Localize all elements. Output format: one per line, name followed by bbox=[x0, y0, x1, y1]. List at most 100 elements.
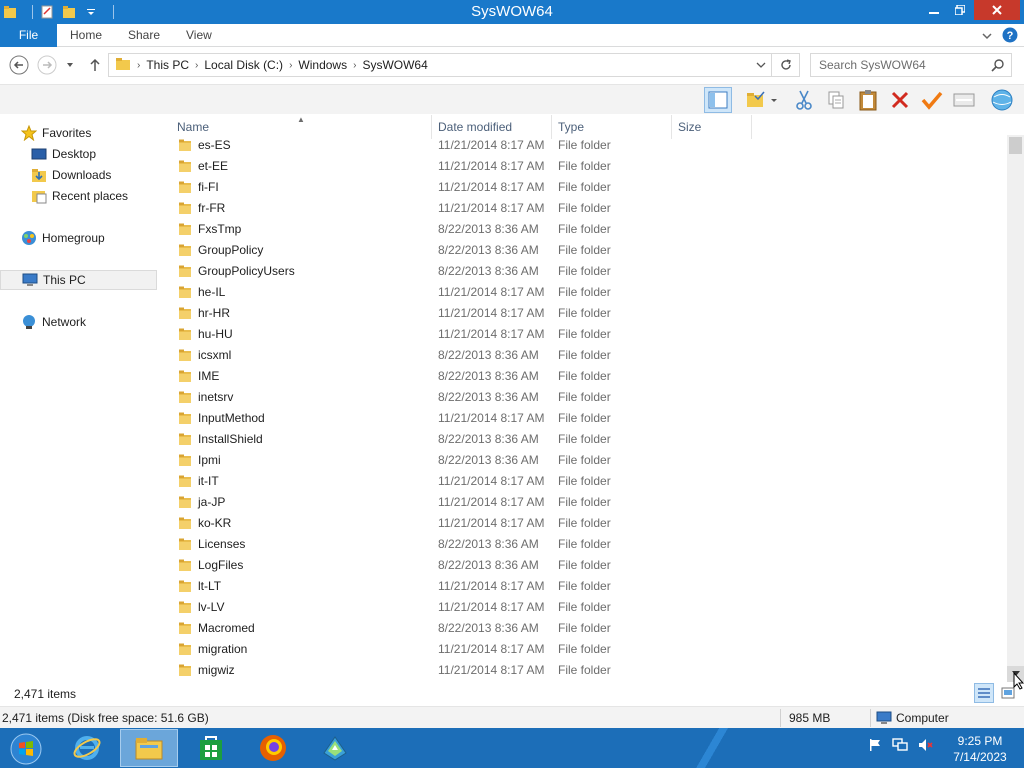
scrollbar-thumb[interactable] bbox=[1009, 137, 1022, 154]
table-row[interactable]: ja-JP 11/21/2014 8:17 AM File folder bbox=[160, 492, 1006, 513]
help-icon[interactable]: ? bbox=[1002, 27, 1018, 46]
copy-icon bbox=[828, 91, 844, 109]
cut-button[interactable] bbox=[790, 87, 818, 113]
table-row[interactable]: InputMethod 11/21/2014 8:17 AM File folder bbox=[160, 408, 1006, 429]
action-center-flag-icon[interactable] bbox=[868, 738, 882, 755]
network-globe-button[interactable] bbox=[988, 87, 1016, 113]
taskbar-firefox[interactable] bbox=[244, 729, 302, 767]
file-date-modified: 11/21/2014 8:17 AM bbox=[438, 600, 545, 614]
recent-locations-button[interactable] bbox=[62, 54, 78, 76]
table-row[interactable]: lv-LV 11/21/2014 8:17 AM File folder bbox=[160, 597, 1006, 618]
refresh-button[interactable] bbox=[771, 54, 799, 76]
taskbar-file-explorer[interactable] bbox=[120, 729, 178, 767]
minimize-button[interactable] bbox=[921, 0, 947, 20]
file-type: File folder bbox=[558, 516, 611, 530]
start-button[interactable] bbox=[6, 732, 46, 766]
back-button[interactable] bbox=[8, 54, 30, 76]
table-row[interactable]: ko-KR 11/21/2014 8:17 AM File folder bbox=[160, 513, 1006, 534]
mouse-cursor-icon bbox=[1013, 671, 1024, 693]
breadcrumb-separator[interactable]: › bbox=[351, 60, 358, 71]
nav-favorites[interactable]: Favorites bbox=[0, 123, 160, 143]
taskbar-internet-explorer[interactable] bbox=[58, 729, 116, 767]
table-row[interactable]: LogFiles 8/22/2013 8:36 AM File folder bbox=[160, 555, 1006, 576]
up-button[interactable] bbox=[84, 54, 106, 76]
table-row[interactable]: GroupPolicyUsers 8/22/2013 8:36 AM File fo… bbox=[160, 261, 1006, 282]
tab-file[interactable]: File bbox=[0, 24, 57, 47]
file-type: File folder bbox=[558, 642, 611, 656]
breadcrumb-separator[interactable]: › bbox=[135, 60, 142, 71]
table-row[interactable]: migration 11/21/2014 8:17 AM File folder bbox=[160, 639, 1006, 660]
breadcrumb-syswow64[interactable]: SysWOW64 bbox=[358, 58, 431, 72]
move-to-button[interactable] bbox=[742, 87, 782, 113]
nav-recent-places[interactable]: Recent places bbox=[0, 186, 160, 206]
table-row[interactable]: et-EE 11/21/2014 8:17 AM File folder bbox=[160, 156, 1006, 177]
address-bar[interactable]: › This PC › Local Disk (C:) › Windows › … bbox=[108, 53, 800, 77]
file-date-modified: 8/22/2013 8:36 AM bbox=[438, 432, 539, 446]
paste-button[interactable] bbox=[854, 87, 882, 113]
breadcrumb-separator[interactable]: › bbox=[287, 60, 294, 71]
file-name: Macromed bbox=[198, 621, 255, 635]
breadcrumb-local-disk[interactable]: Local Disk (C:) bbox=[200, 58, 287, 72]
clock-time: 9:25 PM bbox=[957, 734, 1003, 748]
table-row[interactable]: migwiz 11/21/2014 8:17 AM File folder bbox=[160, 660, 1006, 681]
table-row[interactable]: he-IL 11/21/2014 8:17 AM File folder bbox=[160, 282, 1006, 303]
folder-icon bbox=[178, 432, 192, 446]
rename-button[interactable] bbox=[918, 87, 946, 113]
network-status-icon[interactable] bbox=[892, 738, 908, 755]
table-row[interactable]: fr-FR 11/21/2014 8:17 AM File folder bbox=[160, 198, 1006, 219]
table-row[interactable]: GroupPolicy 8/22/2013 8:36 AM File folder bbox=[160, 240, 1006, 261]
preview-pane-button[interactable] bbox=[704, 87, 732, 113]
properties-button[interactable] bbox=[950, 87, 978, 113]
title-bar[interactable]: SysWOW64 bbox=[0, 0, 1024, 24]
table-row[interactable]: Licenses 8/22/2013 8:36 AM File folder bbox=[160, 534, 1006, 555]
address-history-button[interactable] bbox=[753, 54, 769, 76]
nav-this-pc[interactable]: This PC bbox=[0, 270, 157, 290]
close-button[interactable] bbox=[974, 0, 1020, 20]
file-date-modified: 8/22/2013 8:36 AM bbox=[438, 558, 539, 572]
volume-muted-icon[interactable] bbox=[918, 738, 934, 755]
table-row[interactable]: FxsTmp 8/22/2013 8:36 AM File folder bbox=[160, 219, 1006, 240]
search-icon[interactable] bbox=[991, 58, 1005, 75]
copy-button[interactable] bbox=[822, 87, 850, 113]
taskbar-store[interactable] bbox=[182, 729, 240, 767]
table-row[interactable]: hu-HU 11/21/2014 8:17 AM File folder bbox=[160, 324, 1006, 345]
table-row[interactable]: IME 8/22/2013 8:36 AM File folder bbox=[160, 366, 1006, 387]
nav-homegroup[interactable]: Homegroup bbox=[0, 228, 160, 248]
vertical-scrollbar[interactable] bbox=[1007, 135, 1024, 681]
tab-share[interactable]: Share bbox=[128, 24, 160, 47]
forward-button[interactable] bbox=[36, 54, 58, 76]
chevron-down-icon bbox=[756, 62, 766, 68]
file-date-modified: 8/22/2013 8:36 AM bbox=[438, 222, 539, 236]
file-date-modified: 11/21/2014 8:17 AM bbox=[438, 180, 545, 194]
breadcrumb-separator[interactable]: › bbox=[193, 60, 200, 71]
table-row[interactable]: lt-LT 11/21/2014 8:17 AM File folder bbox=[160, 576, 1006, 597]
breadcrumb-this-pc[interactable]: This PC bbox=[142, 58, 193, 72]
table-row[interactable]: inetsrv 8/22/2013 8:36 AM File folder bbox=[160, 387, 1006, 408]
tab-home[interactable]: Home bbox=[70, 24, 102, 47]
nav-network[interactable]: Network bbox=[0, 312, 160, 332]
table-row[interactable]: fi-FI 11/21/2014 8:17 AM File folder bbox=[160, 177, 1006, 198]
table-row[interactable]: hr-HR 11/21/2014 8:17 AM File folder bbox=[160, 303, 1006, 324]
restore-button[interactable] bbox=[947, 0, 973, 20]
nav-desktop[interactable]: Desktop bbox=[0, 144, 160, 164]
search-input[interactable]: Search SysWOW64 bbox=[810, 53, 1012, 77]
table-row[interactable]: Ipmi 8/22/2013 8:36 AM File folder bbox=[160, 450, 1006, 471]
nav-downloads[interactable]: Downloads bbox=[0, 165, 160, 185]
delete-button[interactable] bbox=[886, 87, 914, 113]
taskbar-clock[interactable]: 9:25 PM 7/14/2023 bbox=[940, 733, 1020, 765]
nav-label: Network bbox=[42, 315, 87, 329]
tab-view[interactable]: View bbox=[186, 24, 212, 47]
details-view-button[interactable] bbox=[974, 683, 994, 703]
table-row[interactable]: Macromed 8/22/2013 8:36 AM File folder bbox=[160, 618, 1006, 639]
breadcrumb-windows[interactable]: Windows bbox=[294, 58, 351, 72]
table-row[interactable]: icsxml 8/22/2013 8:36 AM File folder bbox=[160, 345, 1006, 366]
file-type: File folder bbox=[558, 663, 611, 677]
taskbar-app-cube[interactable] bbox=[306, 729, 364, 767]
expand-ribbon-icon[interactable] bbox=[982, 30, 992, 44]
table-row[interactable]: es-ES 11/21/2014 8:17 AM File folder bbox=[160, 135, 1006, 156]
disk-free-space: 2,471 items (Disk free space: 51.6 GB) bbox=[2, 711, 209, 725]
table-row[interactable]: InstallShield 8/22/2013 8:36 AM File folde… bbox=[160, 429, 1006, 450]
system-tray bbox=[868, 738, 934, 755]
table-row[interactable]: it-IT 11/21/2014 8:17 AM File folder bbox=[160, 471, 1006, 492]
folder-icon bbox=[178, 369, 192, 383]
